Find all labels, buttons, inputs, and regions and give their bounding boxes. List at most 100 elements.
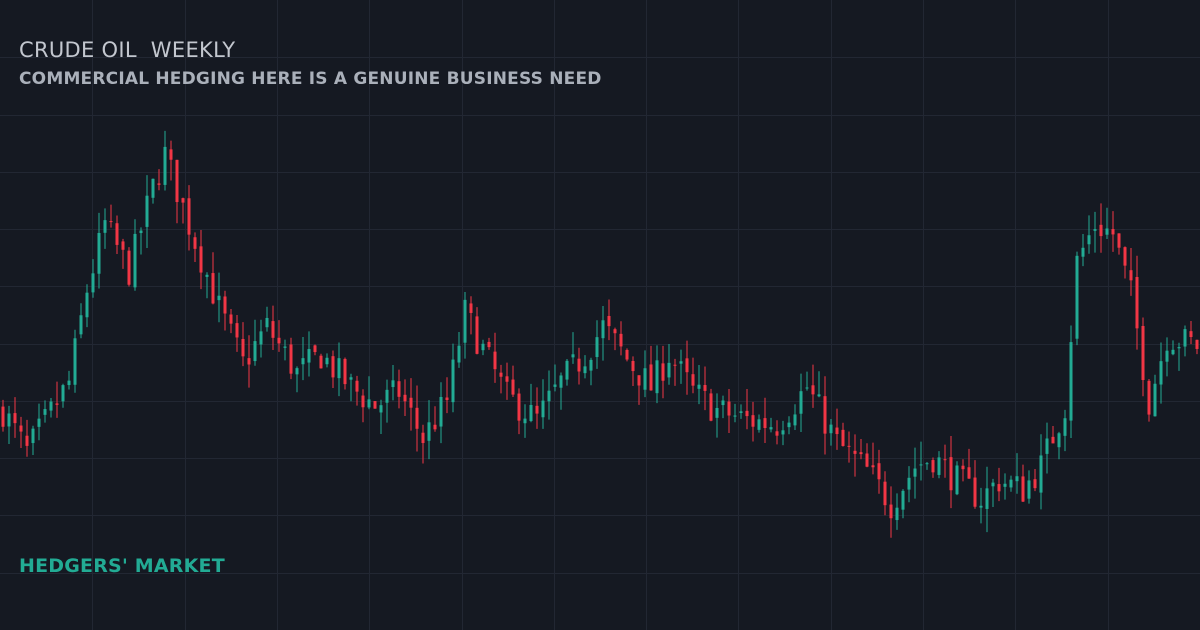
candle-body-up [7,413,11,427]
candle-body-down [199,246,203,273]
candle-body-up [1159,361,1163,385]
candle-body-up [337,358,341,379]
candle-body-down [331,356,335,378]
candle-body-down [1135,276,1139,329]
candle-body-down [1021,476,1025,502]
candle-body-up [205,274,209,277]
candle-body-down [637,375,641,386]
candle-body-down [973,477,977,507]
chart-grid [0,0,1200,630]
candle-body-down [313,345,317,353]
candle-body-down [1147,380,1151,415]
candle-body-up [133,233,137,288]
candle-body-up [985,488,989,509]
candle-body-up [937,457,941,475]
candle-body-up [901,490,905,510]
candle-body-down [811,385,815,395]
candle-body-up [601,320,605,339]
candle-body-up [1015,476,1019,482]
candle-body-up [1003,483,1007,487]
candle-body-up [805,387,809,389]
candle-body-down [343,358,347,385]
candle-body-down [847,445,851,447]
candle-body-up [217,295,221,301]
candle-body-down [685,358,689,373]
candle-body-up [1171,349,1175,355]
candle-body-down [415,407,419,429]
candle-body-down [469,303,473,313]
candle-body-up [595,337,599,358]
candle-body-down [727,401,731,416]
candle-body-down [433,424,437,430]
candle-body-down [709,393,713,421]
candle-body-down [613,329,617,334]
candle-body-up [1039,455,1043,493]
candle-body-up [571,354,575,358]
candle-body-up [1087,235,1091,245]
candle-body-down [277,337,281,344]
candle-body-up [643,368,647,390]
candle-body-up [697,384,701,389]
candle-body-up [253,341,257,362]
candle-body-up [541,400,545,418]
candle-body-up [565,360,569,380]
candle-body-up [301,358,305,365]
candle-body-up [1093,229,1097,231]
candle-body-up [787,422,791,428]
candle-body-up [1075,255,1079,339]
candle-body-up [739,411,743,413]
candle-body-up [283,346,287,348]
candle-body-down [883,481,887,506]
candle-body-up [559,375,563,388]
candle-body-down [475,316,479,354]
candle-body-up [553,384,557,387]
candle-body-up [385,389,389,403]
candle-body-up [817,394,821,397]
candle-body-down [1117,233,1121,248]
candle-body-down [823,396,827,434]
candle-body-up [151,178,155,198]
candle-body-down [1129,270,1133,281]
candle-body-down [55,403,59,405]
candle-body-up [715,407,719,418]
candle-body-down [517,393,521,421]
candle-body-down [871,465,875,468]
candle-body-up [85,292,89,318]
candle-body-up [295,368,299,375]
candle-body-up [1165,350,1169,362]
candle-body-up [781,430,785,435]
candle-body-down [355,380,359,392]
candle-body-up [325,357,329,365]
candle-body-down [763,418,767,429]
candle-body-down [247,358,251,365]
candle-body-up [907,477,911,490]
candle-body-down [511,379,515,395]
candle-body-down [943,459,947,461]
candle-body-down [409,397,413,408]
candle-body-up [145,195,149,227]
candle-body-down [967,467,971,479]
candle-body-down [373,401,377,409]
candle-body-down [1141,325,1145,381]
candle-body-down [211,273,215,304]
candle-body-up [913,468,917,477]
candle-body-down [1,406,5,427]
candle-body-down [181,198,185,203]
candle-body-down [223,296,227,314]
candle-series [1,130,1199,538]
candle-body-up [463,299,467,343]
candlestick-chart [0,0,1200,630]
candle-body-up [391,380,395,388]
candle-body-up [529,404,533,422]
candle-body-down [241,338,245,357]
candle-body-up [655,360,659,394]
candle-body-down [1111,229,1115,235]
candle-body-down [1033,479,1037,489]
candle-body-down [961,465,965,470]
candle-body-up [265,317,269,328]
candle-body-down [403,394,407,402]
candle-body-down [931,460,935,473]
candle-body-up [91,273,95,293]
candle-body-down [235,323,239,338]
candle-body-down [1099,224,1103,237]
